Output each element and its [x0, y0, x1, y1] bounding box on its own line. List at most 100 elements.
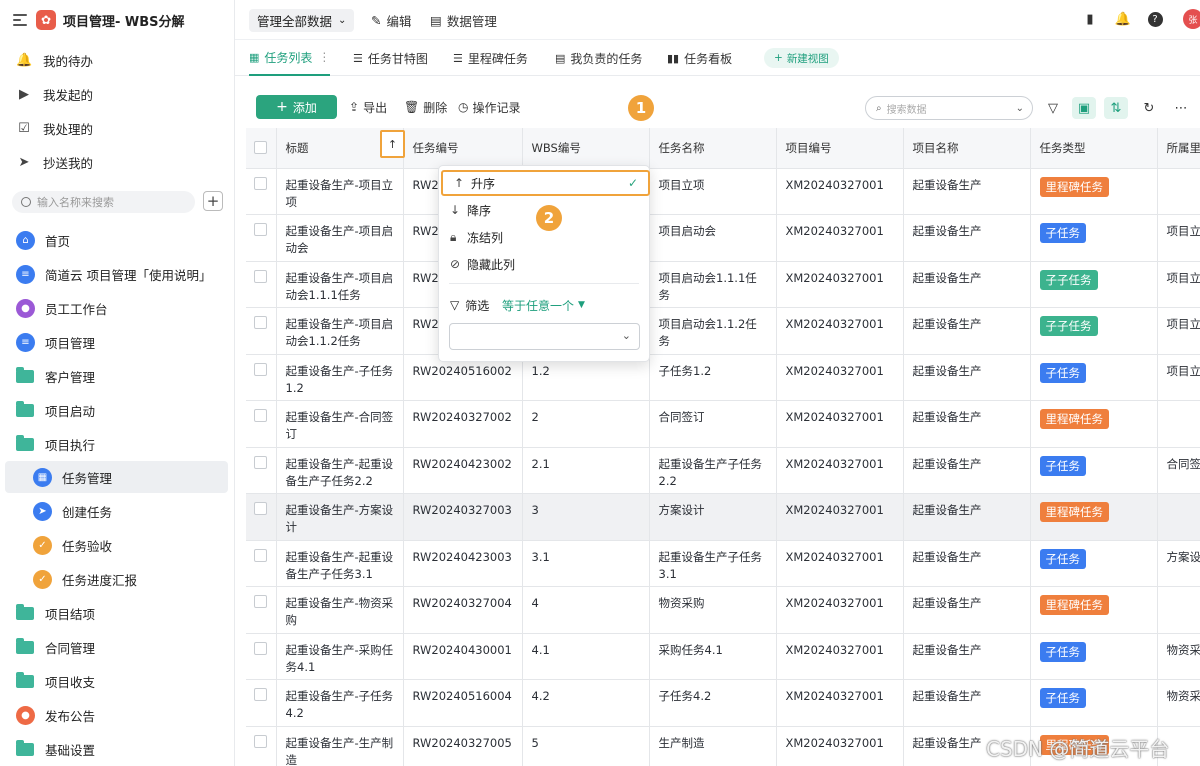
table-row[interactable]: 起重设备生产-物资采购 RW20240327004 4 物资采购 XM202403270… — [246, 586, 1200, 634]
nav-workbench[interactable]: ● 员工工作台 — [16, 292, 239, 324]
book-icon[interactable]: ▮ — [1082, 11, 1098, 27]
table-row[interactable]: 起重设备生产-子任务4.2 RW20240516004 4.2 子任务4.2 XM202… — [246, 679, 1200, 727]
notification-bell-icon[interactable]: 🔔 — [1115, 11, 1131, 27]
table-row[interactable]: 起重设备生产-采购任务4.1 RW20240430001 4.1 采购任务4.1 XM2… — [246, 633, 1200, 680]
cell-parent — [1157, 400, 1200, 448]
menu-item-label: 降序 — [467, 203, 492, 218]
table-row[interactable]: 起重设备生产-项目立项 RW20 项目立项 XM20240327001 起重设备生产 里程… — [246, 168, 1200, 215]
row-checkbox[interactable] — [254, 595, 267, 608]
nav-progress-report[interactable]: ✓ 任务进度汇报 — [5, 563, 228, 595]
row-checkbox[interactable] — [254, 734, 267, 748]
cell-task-name: 采购任务4.1 — [649, 633, 777, 680]
menu-divider — [449, 283, 639, 284]
table-row[interactable]: 起重设备生产-起重设备生产子任务3.1 RW20240423003 3.1 起重设备生… — [246, 540, 1200, 587]
table-row[interactable]: 起重设备生产-项目启动会 RW20 项目启动会 XM20240327001 起重设备生产… — [246, 214, 1200, 262]
play-circle-icon: ▶ — [19, 86, 29, 102]
tab-milestone[interactable]: ☰ 里程碑任务 — [453, 40, 528, 76]
column-header[interactable]: 任务名称 — [649, 128, 777, 169]
menu-icon[interactable] — [13, 14, 27, 26]
table-row[interactable]: 起重设备生产-起重设备生产子任务2.2 RW20240423002 2.1 起重设备生… — [246, 447, 1200, 494]
quick-link-cc[interactable]: ➤ 抄送我的 — [16, 149, 226, 175]
nav-guide[interactable]: ≡ 简道云 项目管理「使用说明」 — [16, 258, 239, 290]
home-icon: ⌂ — [16, 230, 35, 250]
row-checkbox[interactable] — [254, 409, 267, 422]
data-scope-dropdown[interactable]: 管理全部数据 ⌄ — [249, 9, 355, 32]
data-manage-button[interactable]: ▤ 数据管理 — [430, 10, 497, 30]
cell-task-name: 项目立项 — [649, 168, 777, 215]
menu-item-sort-asc[interactable]: ↑ 升序 ✓ — [441, 170, 650, 196]
table-row[interactable]: 起重设备生产-项目启动会1.1.2任务 RW20 项目启动会1.1.2任务 XM202… — [246, 307, 1200, 355]
sidebar-search-input[interactable]: 输入名称来搜索 — [12, 191, 195, 213]
cell-title: 起重设备生产-物资采购 — [276, 586, 404, 634]
add-button[interactable]: + 添加 — [256, 95, 337, 119]
search-input[interactable]: ⌕ 搜索数据 ⌄ — [865, 96, 1033, 120]
tab-task-list[interactable]: ▦ 任务列表 ⋮ — [249, 40, 331, 76]
cell-task-name: 生产制造 — [649, 726, 777, 766]
filter-value-select[interactable]: ⌄ — [449, 323, 640, 350]
tab-gantt[interactable]: ☰ 任务甘特图 — [353, 40, 428, 76]
help-icon[interactable]: ? — [1147, 11, 1163, 27]
nav-project-exec[interactable]: 项目执行 — [16, 428, 239, 460]
cell-project-no: XM20240327001 — [776, 447, 904, 494]
quick-link-initiated[interactable]: ▶ 我发起的 — [16, 81, 226, 107]
delete-button[interactable]: 🗑 删除 — [404, 98, 447, 116]
column-header[interactable]: 任务类型 — [1030, 128, 1158, 169]
add-item-button[interactable]: + — [203, 191, 223, 211]
column-header[interactable]: 项目编号 — [776, 128, 904, 169]
quick-link-todo[interactable]: 🔔 我的待办 — [16, 47, 226, 73]
table-row[interactable]: 起重设备生产-方案设计 RW20240327003 3 方案设计 XM202403270… — [246, 493, 1200, 541]
nav-customer[interactable]: 客户管理 — [16, 360, 239, 392]
row-checkbox[interactable] — [254, 548, 267, 562]
row-checkbox[interactable] — [254, 269, 267, 283]
cell-task-name: 项目启动会1.1.2任务 — [649, 307, 777, 355]
chevron-down-icon: ⌄ — [338, 15, 347, 26]
new-view-button[interactable]: + 新建视图 — [764, 48, 839, 68]
row-checkbox[interactable] — [254, 502, 267, 515]
filter-condition-dropdown[interactable]: 等于任意一个 ▼ — [502, 296, 585, 314]
row-checkbox[interactable] — [254, 688, 267, 701]
table-row[interactable]: 起重设备生产-合同签订 RW20240327002 2 合同签订 XM202403270… — [246, 400, 1200, 448]
tab-my-tasks[interactable]: ▤ 我负责的任务 — [555, 40, 642, 76]
row-checkbox[interactable] — [254, 455, 267, 469]
cell-task-name: 子任务1.2 — [649, 354, 777, 401]
column-header[interactable]: 项目名称 — [903, 128, 1031, 169]
sort-arrow-button[interactable]: ↑ — [380, 130, 405, 158]
filter-icon[interactable]: ▽ — [1041, 97, 1065, 119]
sort-icon[interactable]: ⇅ — [1104, 97, 1128, 119]
row-checkbox[interactable] — [254, 316, 267, 329]
refresh-icon[interactable]: ↻ — [1137, 97, 1161, 119]
nav-contract[interactable]: 合同管理 — [16, 631, 239, 663]
row-height-icon[interactable]: ▣ — [1072, 97, 1096, 119]
table-row[interactable]: 起重设备生产-子任务1.2 RW20240516002 1.2 子任务1.2 XM202… — [246, 354, 1200, 401]
export-button[interactable]: ⇪ 导出 — [349, 98, 387, 116]
row-checkbox[interactable] — [254, 362, 267, 376]
quick-link-handled[interactable]: ☑ 我处理的 — [16, 115, 226, 141]
nav-home[interactable]: ⌂ 首页 — [16, 224, 239, 256]
data-manage-label: 数据管理 — [446, 13, 497, 29]
nav-settings[interactable]: 基础设置 — [16, 733, 239, 765]
nav-project-start[interactable]: 项目启动 — [16, 394, 239, 426]
select-all-checkbox[interactable] — [254, 141, 267, 154]
more-icon[interactable]: ⋯ — [1169, 97, 1193, 119]
operation-log-button[interactable]: ◷ 操作记录 — [458, 98, 521, 116]
more-vertical-icon[interactable]: ⋮ — [318, 50, 330, 64]
nav-create-task[interactable]: ➤ 创建任务 — [5, 495, 228, 527]
row-checkbox[interactable] — [254, 223, 267, 236]
column-header[interactable]: 任务编号 — [403, 128, 523, 169]
tab-kanban[interactable]: ▮▮ 任务看板 — [667, 40, 732, 76]
nav-task-mgmt[interactable]: ▦ 任务管理 — [5, 461, 228, 493]
nav-project-close[interactable]: 项目结项 — [16, 597, 239, 629]
nav-task-accept[interactable]: ✓ 任务验收 — [5, 529, 228, 561]
cell-task-no: RW20240423003 — [403, 540, 523, 587]
table-row[interactable]: 起重设备生产-项目启动会1.1.1任务 RW20 项目启动会1.1.1任务 XM202… — [246, 261, 1200, 308]
column-header[interactable]: 所属里 — [1157, 128, 1200, 169]
edit-button[interactable]: ✎ 编辑 — [371, 10, 412, 30]
menu-item-hide[interactable]: ⊘ 隐藏此列 — [439, 251, 649, 277]
nav-finance[interactable]: 项目收支 — [16, 665, 239, 697]
row-checkbox[interactable] — [254, 641, 267, 655]
nav-project-mgmt[interactable]: ≡ 项目管理 — [16, 326, 239, 358]
row-checkbox[interactable] — [254, 176, 267, 190]
nav-announcement[interactable]: ● 发布公告 — [16, 699, 239, 731]
column-header[interactable]: WBS编号 — [522, 128, 650, 169]
avatar[interactable]: 张 — [1183, 9, 1200, 29]
